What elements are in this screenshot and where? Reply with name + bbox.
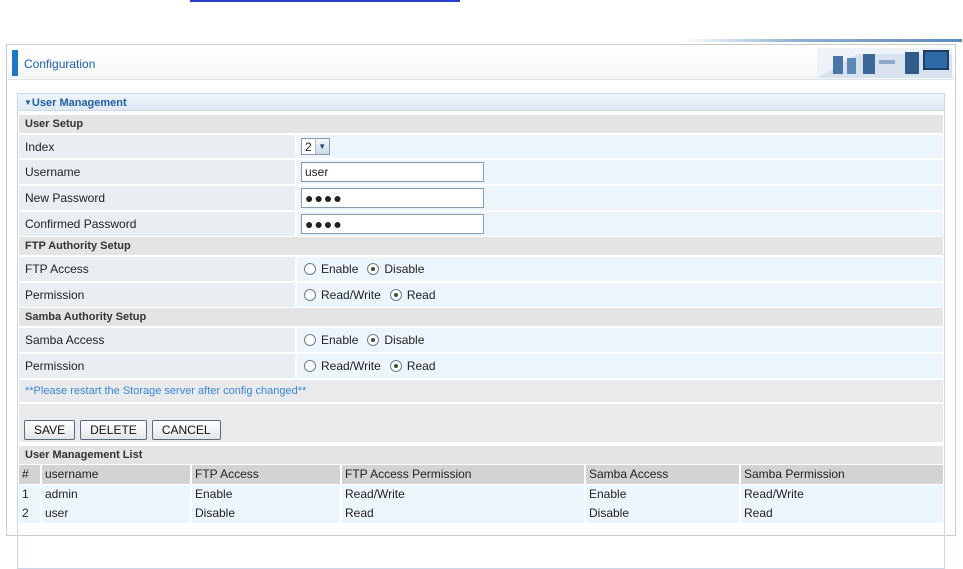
row-new-password: New Password ●●●● — [19, 186, 943, 210]
cancel-button[interactable]: CANCEL — [151, 420, 221, 440]
index-value-cell: 2 ▼ — [297, 135, 943, 158]
action-buttons: SAVE DELETE CANCEL — [19, 404, 943, 442]
cell-samba-permission: Read — [741, 504, 943, 523]
page-title: Configuration — [24, 57, 96, 71]
radio-selected-icon[interactable] — [367, 334, 380, 346]
ftp-permission-value-cell: Read/Write Read — [297, 283, 943, 307]
config-accent-bar — [12, 50, 18, 76]
samba-access-enable-label: Enable — [321, 333, 359, 347]
delete-button[interactable]: DELETE — [80, 420, 147, 440]
row-username: Username user — [19, 160, 943, 184]
index-select-value: 2 — [305, 139, 312, 154]
cell-samba-permission: Read/Write — [741, 485, 943, 504]
samba-permission-readwrite-label: Read/Write — [321, 359, 381, 373]
cell-ftp-permission: Read/Write — [342, 485, 586, 504]
table-row: 2 user Disable Read Disable Read — [19, 504, 943, 523]
cell-samba-access: Disable — [586, 504, 741, 523]
ftp-access-disable-option[interactable]: Disable — [367, 262, 424, 276]
samba-permission-read-label: Read — [406, 359, 436, 373]
ftp-permission-readwrite-label: Read/Write — [321, 288, 381, 302]
table-row: 1 admin Enable Read/Write Enable Read/Wr… — [19, 485, 943, 504]
samba-access-disable-label: Disable — [384, 333, 425, 347]
ftp-permission-readwrite-option[interactable]: Read/Write — [304, 288, 381, 302]
samba-access-disable-option[interactable]: Disable — [367, 333, 424, 347]
new-password-label: New Password — [19, 186, 295, 210]
ftp-access-value-cell: Enable Disable — [297, 257, 943, 281]
confirmed-password-label: Confirmed Password — [19, 212, 295, 236]
ftp-access-enable-option[interactable]: Enable — [304, 262, 358, 276]
samba-permission-label: Permission — [19, 354, 295, 378]
section-ftp-authority: FTP Authority Setup — [19, 237, 943, 255]
radio-icon[interactable] — [304, 263, 316, 275]
row-ftp-access: FTP Access Enable Disable — [19, 257, 943, 281]
col-header-ftp-access: FTP Access — [192, 465, 342, 484]
new-password-value-cell: ●●●● — [297, 186, 943, 210]
header-decor-line — [682, 39, 962, 42]
radio-icon[interactable] — [304, 360, 316, 372]
cell-ftp-permission: Read — [342, 504, 586, 523]
col-header-samba-permission: Samba Permission — [741, 465, 943, 484]
cell-ftp-access: Enable — [192, 485, 342, 504]
radio-selected-icon[interactable] — [389, 360, 402, 372]
office-chairs-image — [817, 48, 952, 78]
ftp-access-label: FTP Access — [19, 257, 295, 281]
samba-permission-read-option[interactable]: Read — [389, 359, 436, 373]
cell-username: user — [42, 504, 192, 523]
username-value-cell: user — [297, 160, 943, 184]
user-management-panel: ▼User Management User Setup Index 2 ▼ Us… — [17, 93, 945, 569]
index-label: Index — [19, 135, 295, 158]
panel-title[interactable]: ▼User Management — [18, 94, 944, 111]
config-header: Configuration — [8, 46, 954, 80]
row-samba-permission: Permission Read/Write Read — [19, 354, 943, 378]
ftp-access-enable-label: Enable — [321, 262, 359, 276]
row-ftp-permission: Permission Read/Write Read — [19, 283, 943, 307]
section-user-setup: User Setup — [19, 115, 943, 133]
username-input[interactable]: user — [301, 162, 484, 182]
username-label: Username — [19, 160, 295, 184]
caret-down-icon: ▼ — [24, 98, 32, 107]
samba-permission-readwrite-option[interactable]: Read/Write — [304, 359, 381, 373]
confirmed-password-input[interactable]: ●●●● — [301, 214, 484, 234]
top-link-underline — [190, 0, 460, 2]
panel-title-text: User Management — [31, 97, 127, 109]
row-samba-access: Samba Access Enable Disable — [19, 328, 943, 352]
cell-number: 2 — [19, 504, 42, 523]
col-header-samba-access: Samba Access — [586, 465, 741, 484]
radio-selected-icon[interactable] — [367, 263, 380, 275]
user-list-header: # username FTP Access FTP Access Permiss… — [19, 465, 943, 484]
col-header-ftp-permission: FTP Access Permission — [342, 465, 586, 484]
restart-note: **Please restart the Storage server afte… — [19, 380, 943, 402]
samba-access-enable-option[interactable]: Enable — [304, 333, 358, 347]
col-header-number: # — [19, 465, 42, 484]
cell-number: 1 — [19, 485, 42, 504]
new-password-input[interactable]: ●●●● — [301, 188, 484, 208]
chevron-down-icon: ▼ — [314, 139, 329, 154]
samba-access-label: Samba Access — [19, 328, 295, 352]
ftp-access-disable-label: Disable — [384, 262, 425, 276]
row-confirmed-password: Confirmed Password ●●●● — [19, 212, 943, 236]
index-select[interactable]: 2 ▼ — [301, 138, 330, 155]
cell-ftp-access: Disable — [192, 504, 342, 523]
save-button[interactable]: SAVE — [24, 420, 76, 440]
row-index: Index 2 ▼ — [19, 135, 943, 158]
samba-access-value-cell: Enable Disable — [297, 328, 943, 352]
radio-icon[interactable] — [304, 289, 316, 301]
section-user-list: User Management List — [19, 446, 943, 464]
cell-username: admin — [42, 485, 192, 504]
col-header-username: username — [42, 465, 192, 484]
radio-icon[interactable] — [304, 334, 316, 346]
section-samba-authority: Samba Authority Setup — [19, 308, 943, 326]
ftp-permission-label: Permission — [19, 283, 295, 307]
confirmed-password-value-cell: ●●●● — [297, 212, 943, 236]
ftp-permission-read-option[interactable]: Read — [389, 288, 436, 302]
samba-permission-value-cell: Read/Write Read — [297, 354, 943, 378]
config-frame: Configuration ▼User Management User Setu… — [6, 39, 962, 569]
radio-selected-icon[interactable] — [389, 289, 402, 301]
ftp-permission-read-label: Read — [406, 288, 436, 302]
cell-samba-access: Enable — [586, 485, 741, 504]
